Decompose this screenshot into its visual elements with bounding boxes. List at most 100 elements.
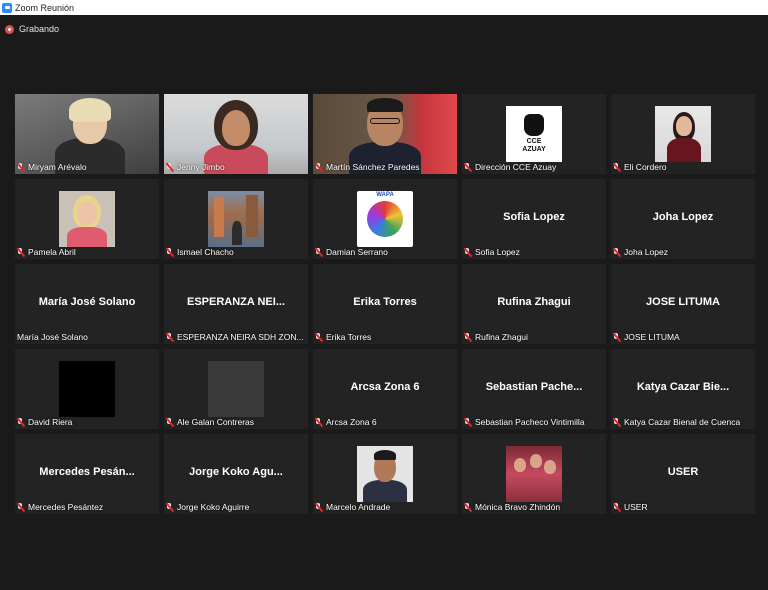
recording-icon xyxy=(5,24,14,34)
mic-muted-icon xyxy=(17,502,24,512)
participant-tile[interactable]: ESPERANZA NEI... ESPERANZA NEIRA SDH ZON… xyxy=(164,264,308,344)
profile-picture xyxy=(208,191,264,247)
participant-name: Jorge Koko Aguirre xyxy=(177,502,250,512)
mic-muted-icon xyxy=(315,162,322,172)
participant-tile[interactable]: Miryam Arévalo xyxy=(15,94,159,174)
participant-tile[interactable]: Sofia Lopez Sofia Lopez xyxy=(462,179,606,259)
participant-tile[interactable]: Joha Lopez Joha Lopez xyxy=(611,179,755,259)
participant-name: JOSE LITUMA xyxy=(624,332,680,342)
participant-name: Erika Torres xyxy=(326,332,372,342)
participant-name: Katya Cazar Bienal de Cuenca xyxy=(624,417,741,427)
participant-label: Rufina Zhagui xyxy=(464,331,604,343)
mic-muted-icon xyxy=(166,247,173,257)
participant-name: Marcelo Andrade xyxy=(326,502,391,512)
participant-name: ESPERANZA NEIRA SDH ZON... xyxy=(177,332,304,342)
participant-display-name: Sofia Lopez xyxy=(503,211,565,223)
mic-muted-icon xyxy=(17,417,24,427)
mic-muted-icon xyxy=(315,417,322,427)
participant-tile[interactable]: JOSE LITUMA JOSE LITUMA xyxy=(611,264,755,344)
participant-tile[interactable]: CCE AZUAY Dirección CCE Azuay xyxy=(462,94,606,174)
mic-muted-icon xyxy=(17,162,24,172)
participant-tile[interactable]: Rufina Zhagui Rufina Zhagui xyxy=(462,264,606,344)
participant-label: Damian Serrano xyxy=(315,246,455,258)
mic-muted-icon xyxy=(464,162,471,172)
participant-label: Erika Torres xyxy=(315,331,455,343)
recording-indicator[interactable]: Grabando xyxy=(5,24,59,34)
participant-name: Miryam Arévalo xyxy=(28,162,87,172)
participant-name: Arcsa Zona 6 xyxy=(326,417,377,427)
participant-tile[interactable]: Pamela Abril xyxy=(15,179,159,259)
participant-tile[interactable]: Erika Torres Erika Torres xyxy=(313,264,457,344)
profile-picture xyxy=(59,191,115,247)
participant-tile[interactable]: Katya Cazar Bie... Katya Cazar Bienal de… xyxy=(611,349,755,429)
participant-name: Sebastian Pacheco Vintimilla xyxy=(475,417,585,427)
participant-label: Katya Cazar Bienal de Cuenca xyxy=(613,416,753,428)
participant-display-name: Rufina Zhagui xyxy=(497,296,571,308)
participant-display-name: Mercedes Pesán... xyxy=(39,466,135,478)
participant-label: Joha Lopez xyxy=(613,246,753,258)
participant-display-name: ESPERANZA NEI... xyxy=(187,296,285,308)
participant-tile[interactable]: Ale Galan Contreras xyxy=(164,349,308,429)
participant-tile[interactable]: Eli Cordero xyxy=(611,94,755,174)
profile-picture xyxy=(59,361,115,417)
gallery-grid: Miryam Arévalo Jenny Jimbo Martín Sánche… xyxy=(15,94,755,518)
participant-display-name: Katya Cazar Bie... xyxy=(636,381,730,393)
participant-tile[interactable]: Marcelo Andrade xyxy=(313,434,457,514)
participant-display-name: USER xyxy=(667,466,699,478)
participant-name: Martín Sánchez Paredes xyxy=(326,162,420,172)
participant-label: USER xyxy=(613,501,753,513)
participant-name: David Riera xyxy=(28,417,73,427)
participant-label: Jenny Jimbo xyxy=(166,161,306,173)
mic-muted-icon xyxy=(315,332,322,342)
participant-name: Pamela Abril xyxy=(28,247,76,257)
participant-tile[interactable]: Ismael Chacho xyxy=(164,179,308,259)
mic-muted-icon xyxy=(166,502,173,512)
participant-tile[interactable]: USER USER xyxy=(611,434,755,514)
participant-name: Sofia Lopez xyxy=(475,247,520,257)
profile-logo-text: WAPA xyxy=(376,192,394,198)
participant-label: Miryam Arévalo xyxy=(17,161,157,173)
participant-label: Pamela Abril xyxy=(17,246,157,258)
participant-label: Sebastian Pacheco Vintimilla xyxy=(464,416,604,428)
mic-muted-icon xyxy=(17,247,24,257)
participant-name: Rufina Zhagui xyxy=(475,332,528,342)
profile-picture xyxy=(506,446,562,502)
participant-tile[interactable]: Sebastian Pache... Sebastian Pacheco Vin… xyxy=(462,349,606,429)
participant-name: Dirección CCE Azuay xyxy=(475,162,557,172)
globe-logo-icon xyxy=(367,201,403,237)
mic-muted-icon xyxy=(166,162,173,172)
participant-label: Jorge Koko Aguirre xyxy=(166,501,306,513)
participant-tile[interactable]: Arcsa Zona 6 Arcsa Zona 6 xyxy=(313,349,457,429)
mic-muted-icon xyxy=(613,247,620,257)
participant-label: ESPERANZA NEIRA SDH ZON... xyxy=(166,331,306,343)
mic-muted-icon xyxy=(613,417,620,427)
participant-name: Ale Galan Contreras xyxy=(177,417,255,427)
participant-tile[interactable]: Jenny Jimbo xyxy=(164,94,308,174)
participant-tile[interactable]: Jorge Koko Agu... Jorge Koko Aguirre xyxy=(164,434,308,514)
participant-display-name: Sebastian Pache... xyxy=(485,381,583,393)
mic-muted-icon xyxy=(464,417,471,427)
participant-tile-active-speaker[interactable]: Martín Sánchez Paredes xyxy=(313,94,457,174)
window-titlebar: Zoom Reunión xyxy=(0,0,768,15)
participant-tile[interactable]: David Riera xyxy=(15,349,159,429)
participant-label: Sofia Lopez xyxy=(464,246,604,258)
mic-muted-icon xyxy=(613,502,620,512)
participant-name: Mercedes Pesántez xyxy=(28,502,104,512)
profile-picture xyxy=(208,361,264,417)
participant-label: Mónica Bravo Zhindón xyxy=(464,501,604,513)
participant-name: USER xyxy=(624,502,648,512)
mic-muted-icon xyxy=(464,247,471,257)
participant-label: Marcelo Andrade xyxy=(315,501,455,513)
participant-tile[interactable]: Mercedes Pesán... Mercedes Pesántez xyxy=(15,434,159,514)
participant-tile[interactable]: María José Solano María José Solano xyxy=(15,264,159,344)
participant-name: Jenny Jimbo xyxy=(177,162,225,172)
profile-picture xyxy=(357,446,413,502)
participant-display-name: Erika Torres xyxy=(353,296,417,308)
participant-name: Joha Lopez xyxy=(624,247,668,257)
recording-label: Grabando xyxy=(19,24,60,34)
participant-tile[interactable]: WAPA Damian Serrano xyxy=(313,179,457,259)
participant-label: JOSE LITUMA xyxy=(613,331,753,343)
mic-muted-icon xyxy=(464,332,471,342)
participant-tile[interactable]: Mónica Bravo Zhindón xyxy=(462,434,606,514)
participant-label: David Riera xyxy=(17,416,157,428)
